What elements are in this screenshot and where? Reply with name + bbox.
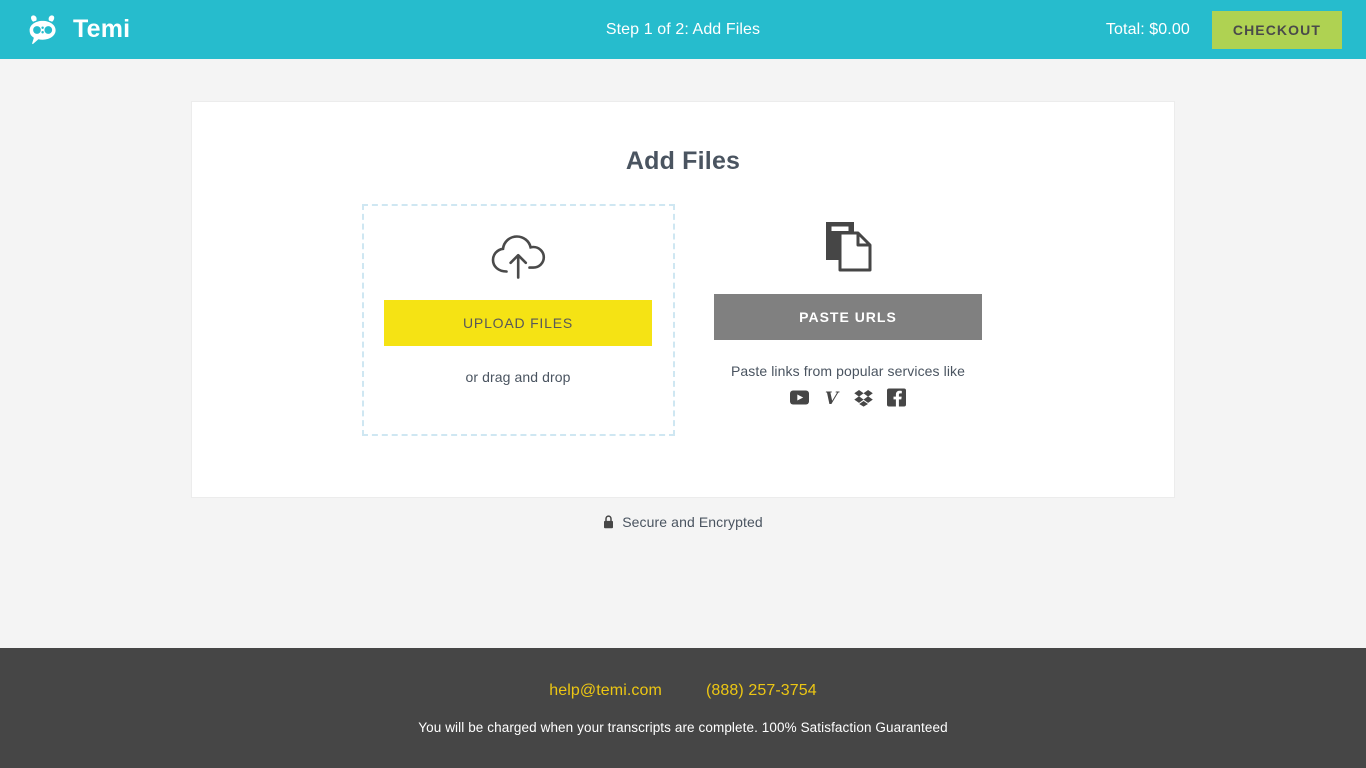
step-indicator-label: Step 1 of 2: Add Files [605, 20, 761, 38]
add-files-card: Add Files UPLOAD FILES or drag and drop [191, 101, 1175, 498]
documents-icon [826, 222, 872, 272]
cloud-upload-icon [491, 235, 546, 279]
paste-urls-button[interactable]: PASTE URLS [714, 294, 982, 340]
dropbox-icon [854, 390, 873, 407]
footer-phone-link[interactable]: (888) 257-3754 [706, 682, 817, 700]
brand[interactable]: Temi [24, 14, 130, 46]
svg-text:V: V [825, 389, 840, 407]
file-dropzone[interactable]: UPLOAD FILES or drag and drop [361, 204, 675, 436]
paste-urls-panel: PASTE URLS Paste links from popular serv… [692, 204, 1005, 407]
footer-contact-group: help@temi.com (888) 257-3754 [549, 682, 817, 700]
order-total: Total: $0.00 [1105, 20, 1190, 38]
paste-services-hint: Paste links from popular services like [730, 363, 966, 379]
footer-disclaimer: You will be charged when your transcript… [418, 719, 948, 735]
footer-email-link[interactable]: help@temi.com [549, 682, 662, 700]
lock-icon [604, 515, 614, 529]
secure-encrypted-note: Secure and Encrypted [0, 514, 1366, 530]
vimeo-icon: V [825, 389, 840, 407]
drag-drop-hint: or drag and drop [465, 369, 571, 385]
youtube-icon [790, 390, 809, 405]
brand-name: Temi [73, 15, 131, 43]
upload-options: UPLOAD FILES or drag and drop PASTE URLS… [192, 204, 1174, 436]
upload-files-button[interactable]: UPLOAD FILES [384, 300, 652, 346]
page-title: Add Files [625, 147, 741, 175]
facebook-icon [887, 388, 906, 407]
secure-encrypted-label: Secure and Encrypted [622, 514, 763, 530]
app-header: Temi Step 1 of 2: Add Files Total: $0.00… [0, 0, 1366, 59]
temi-robot-logo-icon [29, 14, 56, 44]
header-right-group: Total: $0.00 CHECKOUT [1105, 10, 1342, 49]
app-root: Temi Step 1 of 2: Add Files Total: $0.00… [0, 0, 1366, 768]
main-content: Add Files UPLOAD FILES or drag and drop [0, 59, 1366, 648]
service-icon-list: V [790, 388, 906, 407]
app-footer: help@temi.com (888) 257-3754 You will be… [0, 648, 1366, 768]
checkout-button[interactable]: CHECKOUT [1211, 10, 1342, 49]
